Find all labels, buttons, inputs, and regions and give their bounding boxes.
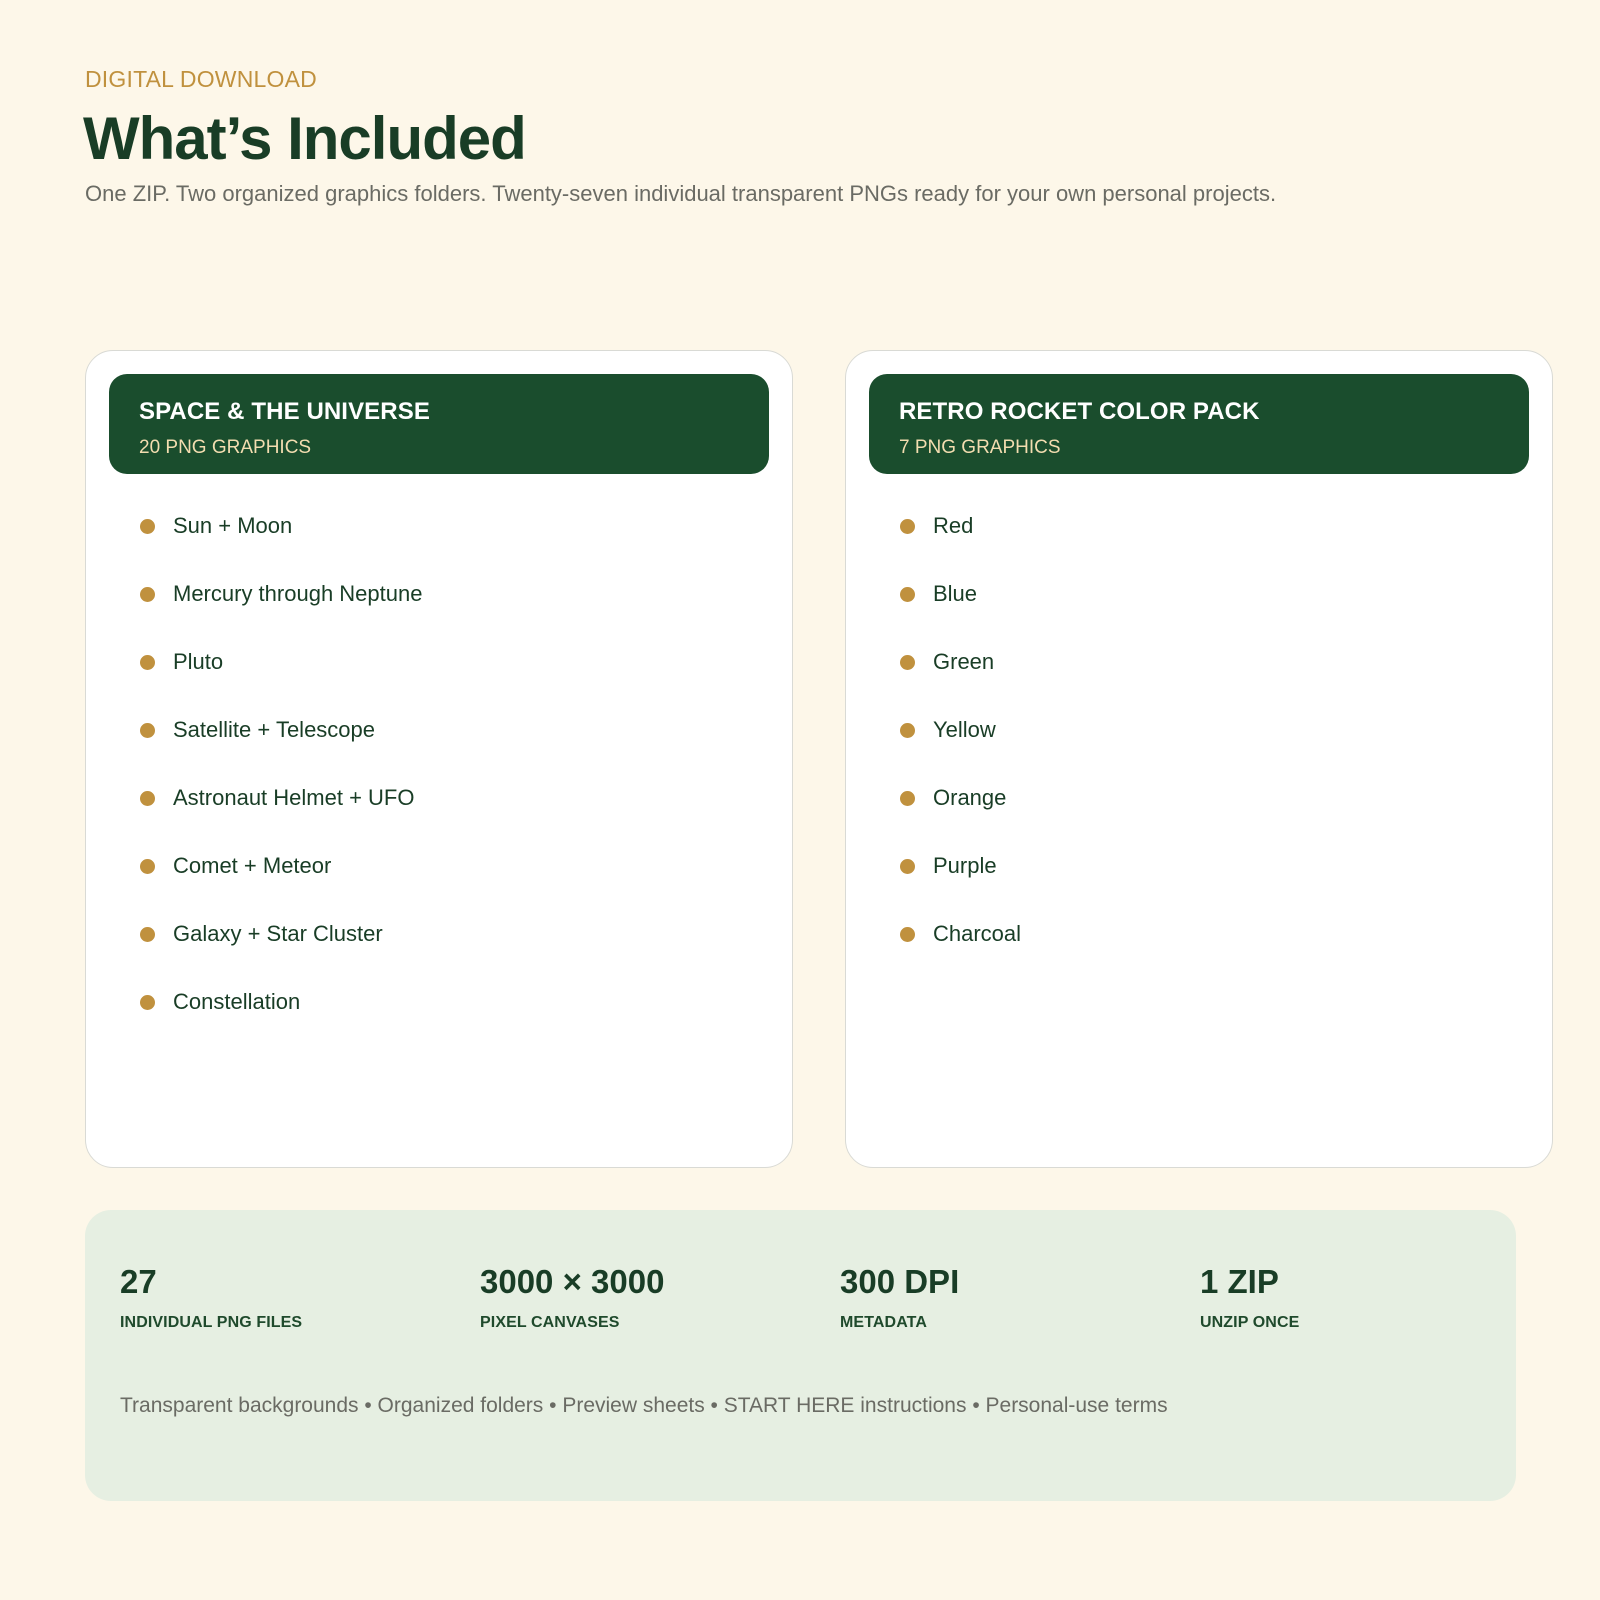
summary-panel: 27 INDIVIDUAL PNG FILES 3000 × 3000 PIXE… bbox=[85, 1210, 1516, 1501]
stat-canvas-size: 3000 × 3000 PIXEL CANVASES bbox=[480, 1262, 664, 1332]
bullet-dot-icon bbox=[140, 927, 155, 942]
bullet-dot-icon bbox=[900, 791, 915, 806]
item-label: Galaxy + Star Cluster bbox=[173, 921, 383, 946]
bullet-dot-icon bbox=[900, 519, 915, 534]
bullet-dot-icon bbox=[140, 791, 155, 806]
retro-rocket-card: RETRO ROCKET COLOR PACK 7 PNG GRAPHICS R… bbox=[845, 350, 1553, 1168]
item-label: Green bbox=[933, 649, 995, 674]
page-title: What’s Included bbox=[83, 105, 527, 172]
bullet-dot-icon bbox=[140, 995, 155, 1010]
list-item: Red bbox=[900, 511, 1021, 579]
stat-dpi: 300 DPI METADATA bbox=[840, 1262, 959, 1332]
list-item: Blue bbox=[900, 579, 1021, 647]
card-count: 7 PNG GRAPHICS bbox=[899, 437, 1061, 458]
list-item: Charcoal bbox=[900, 919, 1021, 987]
bullet-dot-icon bbox=[140, 859, 155, 874]
card-title: RETRO ROCKET COLOR PACK bbox=[899, 398, 1260, 425]
card-count: 20 PNG GRAPHICS bbox=[139, 437, 312, 458]
list-item: Green bbox=[900, 647, 1021, 715]
stat-value: 300 DPI bbox=[840, 1263, 960, 1300]
list-item: Galaxy + Star Cluster bbox=[140, 919, 422, 987]
list-item: Pluto bbox=[140, 647, 422, 715]
item-list: Red Blue Green Yellow Orange Purple Char… bbox=[900, 511, 1021, 987]
stat-label: INDIVIDUAL PNG FILES bbox=[120, 1314, 303, 1331]
card-header: RETRO ROCKET COLOR PACK 7 PNG GRAPHICS bbox=[869, 374, 1529, 474]
bullet-dot-icon bbox=[140, 587, 155, 602]
stat-value: 1 ZIP bbox=[1200, 1263, 1279, 1300]
list-item: Astronaut Helmet + UFO bbox=[140, 783, 422, 851]
stat-label: METADATA bbox=[840, 1314, 928, 1331]
item-label: Mercury through Neptune bbox=[173, 581, 423, 606]
bullet-dot-icon bbox=[900, 927, 915, 942]
eyebrow-label: DIGITAL DOWNLOAD bbox=[85, 66, 317, 92]
list-item: Mercury through Neptune bbox=[140, 579, 422, 647]
card-title: SPACE & THE UNIVERSE bbox=[139, 398, 430, 425]
list-item: Orange bbox=[900, 783, 1021, 851]
item-label: Yellow bbox=[933, 717, 996, 742]
item-label: Charcoal bbox=[933, 921, 1022, 946]
bullet-dot-icon bbox=[140, 723, 155, 738]
list-item: Sun + Moon bbox=[140, 511, 422, 579]
list-item: Comet + Meteor bbox=[140, 851, 422, 919]
item-label: Astronaut Helmet + UFO bbox=[173, 785, 415, 810]
list-item: Constellation bbox=[140, 987, 422, 1055]
item-label: Constellation bbox=[173, 989, 301, 1014]
item-label: Purple bbox=[933, 853, 997, 878]
item-label: Satellite + Telescope bbox=[173, 717, 376, 742]
bullet-dot-icon bbox=[140, 519, 155, 534]
space-universe-card: SPACE & THE UNIVERSE 20 PNG GRAPHICS Sun… bbox=[85, 350, 793, 1168]
page-subtitle: One ZIP. Two organized graphics folders.… bbox=[85, 181, 1277, 206]
stat-label: UNZIP ONCE bbox=[1200, 1314, 1300, 1331]
stat-zip: 1 ZIP UNZIP ONCE bbox=[1200, 1262, 1299, 1332]
item-label: Orange bbox=[933, 785, 1007, 810]
bullet-dot-icon bbox=[900, 859, 915, 874]
item-label: Blue bbox=[933, 581, 978, 606]
card-header: SPACE & THE UNIVERSE 20 PNG GRAPHICS bbox=[109, 374, 769, 474]
list-item: Yellow bbox=[900, 715, 1021, 783]
bullet-dot-icon bbox=[140, 655, 155, 670]
bullet-dot-icon bbox=[900, 655, 915, 670]
stat-file-count: 27 INDIVIDUAL PNG FILES bbox=[120, 1262, 302, 1332]
bullet-dot-icon bbox=[900, 723, 915, 738]
item-label: Pluto bbox=[173, 649, 224, 674]
stat-label: PIXEL CANVASES bbox=[480, 1314, 620, 1331]
item-label: Red bbox=[933, 513, 974, 538]
stat-value: 27 bbox=[120, 1263, 157, 1300]
item-label: Comet + Meteor bbox=[173, 853, 332, 878]
bullet-dot-icon bbox=[900, 587, 915, 602]
list-item: Purple bbox=[900, 851, 1021, 919]
features-line: Transparent backgrounds • Organized fold… bbox=[120, 1394, 1168, 1417]
stat-value: 3000 × 3000 bbox=[480, 1263, 665, 1300]
item-list: Sun + Moon Mercury through Neptune Pluto… bbox=[140, 511, 422, 1055]
item-label: Sun + Moon bbox=[173, 513, 293, 538]
list-item: Satellite + Telescope bbox=[140, 715, 422, 783]
